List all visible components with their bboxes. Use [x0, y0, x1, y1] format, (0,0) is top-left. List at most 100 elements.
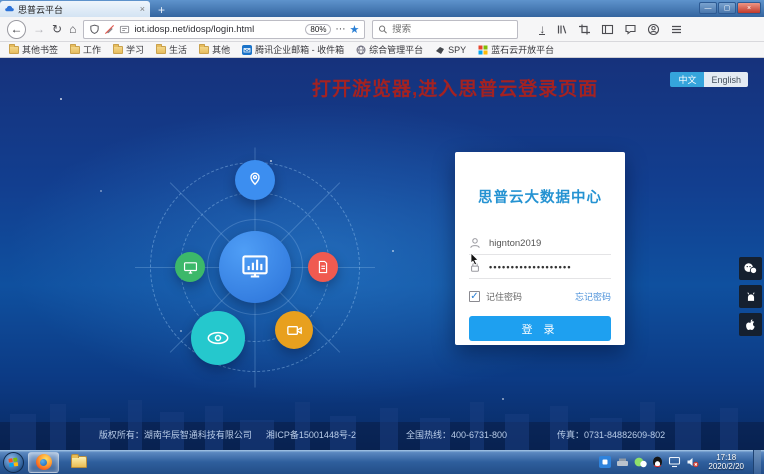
mouse-cursor-icon — [469, 252, 481, 266]
screenshot-icon[interactable] — [578, 23, 591, 36]
url-bar[interactable]: iot.idosp.net/idosp/login.html 80% ⋯ ★ — [83, 20, 365, 39]
language-english-button[interactable]: English — [704, 72, 748, 87]
colorful-grid-icon — [478, 45, 488, 55]
system-tray: 17:18 2020/2/20 — [599, 450, 761, 474]
browser-titlebar: 思普云平台 × + — ▢ × — [0, 0, 764, 17]
bookmark-folder-misc[interactable]: 其他 — [199, 43, 230, 56]
tab-title: 思普云平台 — [18, 3, 136, 16]
tray-volume-muted-icon[interactable] — [686, 456, 699, 468]
zoom-level-badge[interactable]: 80% — [305, 24, 331, 35]
toolbar-buttons: ↓ — [539, 23, 683, 36]
close-button[interactable]: × — [737, 2, 761, 14]
bookmark-admin-platform[interactable]: 综合管理平台 — [356, 43, 423, 56]
tray-qq-icon[interactable] — [652, 456, 663, 468]
search-icon — [378, 24, 388, 35]
bookmark-folder-life[interactable]: 生活 — [156, 43, 187, 56]
document-icon — [315, 259, 331, 275]
map-node — [235, 160, 275, 200]
username-value[interactable]: hignton2019 — [489, 238, 541, 249]
shield-icon[interactable] — [89, 24, 100, 35]
tray-network-icon[interactable] — [668, 456, 681, 468]
feature-orbit-graphic — [125, 148, 385, 388]
page-actions-icon[interactable]: ⋯ — [335, 24, 345, 35]
screen: 思普云平台 × + — ▢ × ← → ↻ ⌂ iot.idosp.net/id… — [0, 0, 764, 474]
account-icon[interactable] — [647, 23, 660, 36]
clock-date: 2020/2/20 — [708, 462, 744, 471]
blocked-content-icon[interactable] — [104, 24, 115, 35]
tray-wechat-icon[interactable] — [634, 457, 647, 468]
user-icon — [469, 237, 481, 249]
bookmark-tencent-mail[interactable]: 腾讯企业邮箱 - 收件箱 — [242, 43, 344, 56]
messages-icon[interactable] — [624, 23, 637, 36]
background-stars — [60, 98, 62, 100]
bookmark-star-icon[interactable]: ★ — [349, 23, 359, 36]
taskbar-firefox-button[interactable] — [28, 452, 59, 473]
bookmark-spy[interactable]: SPY — [435, 45, 466, 55]
footer-copyright: 版权所有：湖南华辰智通科技有限公司 — [99, 428, 252, 441]
tray-app-icon[interactable] — [599, 456, 611, 468]
navigation-toolbar: ← → ↻ ⌂ iot.idosp.net/idosp/login.html 8… — [0, 17, 764, 42]
bookmark-folder-other-bookmarks[interactable]: 其他书签 — [9, 43, 58, 56]
show-desktop-button[interactable] — [753, 450, 761, 474]
windows-logo-icon — [8, 457, 19, 468]
language-chinese-button[interactable]: 中文 — [670, 72, 704, 87]
remember-row: ✓ 记住密码 忘记密码 — [469, 290, 611, 303]
arrow-badge-icon — [435, 45, 445, 55]
android-app-button[interactable] — [739, 285, 762, 308]
folder-icon — [156, 46, 166, 54]
sidebar-icon[interactable] — [601, 23, 614, 36]
menu-icon[interactable] — [670, 23, 683, 36]
login-title: 思普云大数据中心 — [469, 186, 611, 207]
download-icon[interactable]: ↓ — [539, 24, 545, 35]
tray-device-icon[interactable] — [616, 457, 629, 468]
minimize-button[interactable]: — — [699, 2, 717, 14]
remember-checkbox[interactable]: ✓ — [469, 291, 480, 302]
bookmarks-bar: 其他书签 工作 学习 生活 其他 腾讯企业邮箱 - 收件箱 综合管理平台 SPY… — [0, 42, 764, 58]
monitor-node — [175, 252, 205, 282]
username-field[interactable]: hignton2019 — [469, 231, 611, 255]
start-button[interactable] — [3, 452, 24, 473]
forgot-password-link[interactable]: 忘记密码 — [575, 290, 611, 303]
url-text[interactable]: iot.idosp.net/idosp/login.html — [134, 24, 301, 35]
back-button[interactable]: ← — [7, 20, 26, 39]
folder-icon — [70, 46, 80, 54]
dashboard-node — [219, 231, 291, 303]
apple-icon — [744, 318, 757, 332]
bookmark-folder-work[interactable]: 工作 — [70, 43, 101, 56]
forward-button[interactable]: → — [33, 23, 45, 35]
search-input[interactable] — [392, 24, 512, 35]
search-box[interactable] — [372, 20, 518, 39]
floating-contact-buttons — [739, 257, 762, 336]
login-button[interactable]: 登 录 — [469, 316, 611, 341]
taskbar-explorer-button[interactable] — [63, 452, 94, 473]
tab-close-icon[interactable]: × — [140, 4, 145, 14]
permissions-icon[interactable] — [119, 24, 130, 35]
screen-icon — [182, 259, 199, 276]
site-favicon-icon — [5, 5, 14, 14]
mail-icon — [242, 45, 252, 55]
browser-tab[interactable]: 思普云平台 × — [0, 1, 150, 17]
window-controls: — ▢ × — [699, 2, 761, 14]
footer-fax: 传真：0731-84882609-802 — [557, 428, 665, 441]
bookmark-folder-study[interactable]: 学习 — [113, 43, 144, 56]
home-button[interactable]: ⌂ — [69, 23, 76, 35]
library-icon[interactable] — [555, 23, 568, 36]
wechat-button[interactable] — [739, 257, 762, 280]
ios-app-button[interactable] — [739, 313, 762, 336]
explorer-folder-icon — [71, 456, 87, 468]
login-card: 思普云大数据中心 hignton2019 •••••••••••••••••••… — [455, 152, 625, 345]
taskbar-clock[interactable]: 17:18 2020/2/20 — [708, 453, 744, 471]
new-tab-button[interactable]: + — [158, 3, 165, 17]
restore-button[interactable]: ▢ — [718, 2, 736, 14]
bookmark-lanshi-cloud[interactable]: 蓝石云开放平台 — [478, 43, 554, 56]
password-field[interactable]: ••••••••••••••••••• — [469, 255, 611, 279]
folder-icon — [9, 46, 19, 54]
password-masked-value[interactable]: ••••••••••••••••••• — [489, 262, 572, 272]
dashboard-monitor-icon — [236, 248, 274, 286]
folder-icon — [113, 46, 123, 54]
city-skyline — [0, 392, 764, 450]
page-footer: 版权所有：湖南华辰智通科技有限公司 湘ICP备15001448号-2 全国热线：… — [0, 428, 764, 441]
report-node — [308, 252, 338, 282]
reload-button[interactable]: ↻ — [52, 23, 62, 35]
globe-icon — [356, 45, 366, 55]
